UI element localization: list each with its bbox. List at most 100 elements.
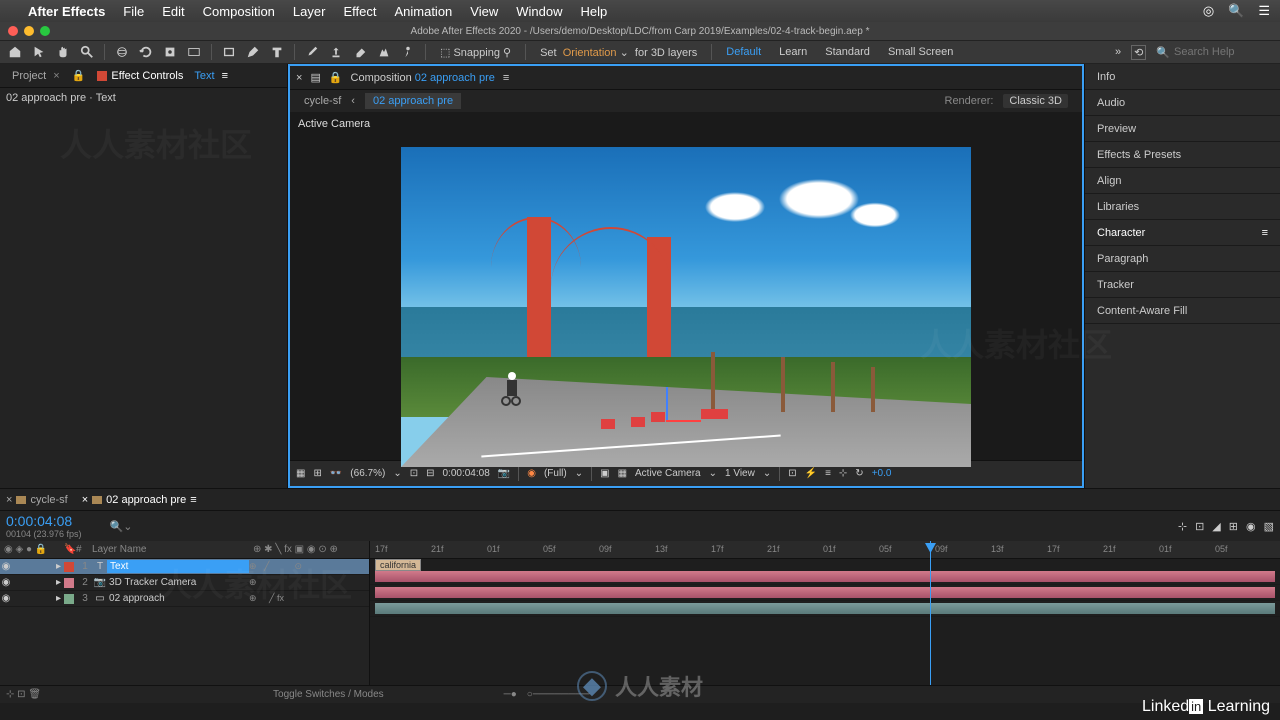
minimize-window-button[interactable] [24, 26, 34, 36]
layer-row-1[interactable]: ◉ ▸ 1 T Text ⊕ ╱ ⊙ [0, 559, 369, 575]
visibility-icon[interactable]: ◉ [0, 561, 12, 572]
tab-project[interactable]: Project× [4, 66, 68, 86]
track-camera[interactable] [370, 585, 1280, 601]
brush-tool[interactable] [303, 43, 321, 61]
alpha-toggle-icon[interactable]: ▦ [296, 468, 305, 479]
cam-dropdown-icon[interactable]: ⌄ [709, 468, 717, 479]
color-mgmt-icon[interactable]: ◉ [527, 468, 536, 479]
pixel-aspect-icon[interactable]: ⊡ [788, 468, 796, 479]
panel-content-aware-fill[interactable]: Content-Aware Fill [1085, 298, 1280, 324]
panel-menu-icon[interactable]: ≡ [1262, 227, 1268, 239]
exposure[interactable]: +0.0 [872, 468, 892, 479]
pan-behind-tool[interactable] [161, 43, 179, 61]
panel-info[interactable]: Info [1085, 64, 1280, 90]
workspace-overflow-icon[interactable]: » [1115, 46, 1121, 58]
res-dropdown-icon[interactable]: ⌄ [575, 468, 583, 479]
preview-time[interactable]: 0:00:04:08 [442, 468, 489, 479]
menu-view[interactable]: View [470, 4, 498, 19]
workspace-default[interactable]: Default [720, 46, 767, 58]
layer-name[interactable]: 02 approach [107, 593, 249, 604]
view-layout[interactable]: 1 View [725, 468, 755, 479]
reset-exposure-icon[interactable]: ↻ [855, 468, 863, 479]
magnification[interactable]: (66.7%) [350, 468, 385, 479]
workspace-small-screen[interactable]: Small Screen [882, 46, 959, 58]
panel-effects-presets[interactable]: Effects & Presets [1085, 142, 1280, 168]
safe-zones-icon[interactable]: ⊟ [426, 468, 434, 479]
shy-icon[interactable]: ⊹ [6, 689, 14, 700]
panel-libraries[interactable]: Libraries [1085, 194, 1280, 220]
label-color[interactable] [64, 594, 74, 604]
snapping-toggle[interactable]: ⬚ Snapping ⚲ [434, 46, 517, 59]
timeline-tracks[interactable]: 17f 21f 01f 05f 09f 13f 17f 21f 01f 05f … [370, 541, 1280, 685]
crumb-current[interactable]: 02 approach pre [365, 93, 461, 109]
hand-tool[interactable] [54, 43, 72, 61]
search-system-icon[interactable]: 🔍 [1228, 3, 1244, 19]
tab-handle-icon[interactable]: ▤ [310, 71, 320, 84]
type-tool[interactable] [268, 43, 286, 61]
resolution-toggle-icon[interactable]: ⊡ [410, 468, 418, 479]
comp-mini-flowchart-icon[interactable]: ⊹ [1178, 520, 1187, 533]
track-text[interactable] [370, 569, 1280, 585]
layer-row-3[interactable]: ◉ ▸ 3 ▭ 02 approach ⊕ ╱ fx [0, 591, 369, 607]
roi-icon[interactable]: ▣ [600, 468, 609, 479]
twirl-icon[interactable]: ▸ [56, 561, 61, 572]
tab-effect-controls[interactable]: Effect Controls Text ≡ [89, 66, 236, 86]
track-video[interactable] [370, 601, 1280, 617]
label-color[interactable] [64, 562, 74, 572]
workspace-standard[interactable]: Standard [819, 46, 876, 58]
search-help-input[interactable] [1174, 46, 1274, 58]
time-ruler[interactable]: 17f 21f 01f 05f 09f 13f 17f 21f 01f 05f … [370, 541, 1280, 559]
frame-blend-icon[interactable]: ⊞ [1229, 520, 1238, 533]
menu-effect[interactable]: Effect [343, 4, 376, 19]
panel-lock-icon[interactable]: 🔒 [72, 69, 86, 82]
set-orientation[interactable]: Set Orientation ⌄ for 3D layers [534, 46, 703, 59]
panel-character[interactable]: Character≡ [1085, 220, 1280, 246]
zoom-tool[interactable] [78, 43, 96, 61]
menu-edit[interactable]: Edit [162, 4, 184, 19]
pen-tool[interactable] [244, 43, 262, 61]
menu-animation[interactable]: Animation [394, 4, 452, 19]
selection-tool[interactable] [30, 43, 48, 61]
layer-name[interactable]: Text [107, 560, 249, 573]
maximize-window-button[interactable] [40, 26, 50, 36]
menu-file[interactable]: File [123, 4, 144, 19]
resolution[interactable]: (Full) [544, 468, 567, 479]
panel-paragraph[interactable]: Paragraph [1085, 246, 1280, 272]
menu-help[interactable]: Help [580, 4, 607, 19]
timeline-tab-cycle-sf[interactable]: × cycle-sf [6, 494, 68, 506]
draft-3d-icon[interactable]: ⊡ [1195, 520, 1204, 533]
timecode-display[interactable]: 0:00:04:08 00104 (23.976 fps) [6, 513, 82, 539]
layer-name[interactable]: 3D Tracker Camera [107, 577, 249, 588]
comp-viewer[interactable]: Active Camera [290, 112, 1082, 460]
twirl-icon[interactable]: ▸ [56, 577, 61, 588]
menu-list-icon[interactable]: ☰ [1258, 3, 1270, 19]
visibility-icon[interactable]: ◉ [0, 593, 12, 604]
orbit-tool[interactable] [113, 43, 131, 61]
menu-composition[interactable]: Composition [203, 4, 275, 19]
mask-tool[interactable] [185, 43, 203, 61]
timeline-tab-approach[interactable]: × 02 approach pre ≡ [82, 494, 197, 506]
layer-row-2[interactable]: ◉ ▸ 2 📷 3D Tracker Camera ⊕ [0, 575, 369, 591]
crumb-root[interactable]: cycle-sf [304, 95, 341, 107]
snapshot-icon[interactable]: 📷 [498, 468, 510, 479]
motion-blur-icon[interactable]: ◉ [1246, 520, 1256, 533]
toggle-switches-modes[interactable]: Toggle Switches / Modes [273, 689, 384, 700]
rotate-tool[interactable] [137, 43, 155, 61]
shy-toggle-icon[interactable]: ◢ [1212, 520, 1220, 533]
label-color[interactable] [64, 578, 74, 588]
search-help[interactable]: 🔍 [1156, 46, 1274, 59]
grid-toggle-icon[interactable]: ⊞ [313, 468, 321, 479]
renderer-value[interactable]: Classic 3D [1003, 94, 1068, 108]
panel-tracker[interactable]: Tracker [1085, 272, 1280, 298]
roto-brush-tool[interactable] [375, 43, 393, 61]
flowchart-icon[interactable]: ⊹ [839, 468, 847, 479]
fast-preview-icon[interactable]: ⚡ [805, 468, 817, 479]
panel-preview[interactable]: Preview [1085, 116, 1280, 142]
mask-toggle-icon[interactable]: 👓 [330, 468, 342, 479]
render-queue-icon[interactable]: ⊡ [17, 689, 25, 700]
zoom-out-icon[interactable]: ─● [504, 689, 517, 700]
panel-menu-icon[interactable]: ≡ [503, 72, 509, 84]
twirl-icon[interactable]: ▸ [56, 593, 61, 604]
search-layers-icon[interactable]: 🔍⌄ [110, 520, 133, 533]
workspace-learn[interactable]: Learn [773, 46, 813, 58]
